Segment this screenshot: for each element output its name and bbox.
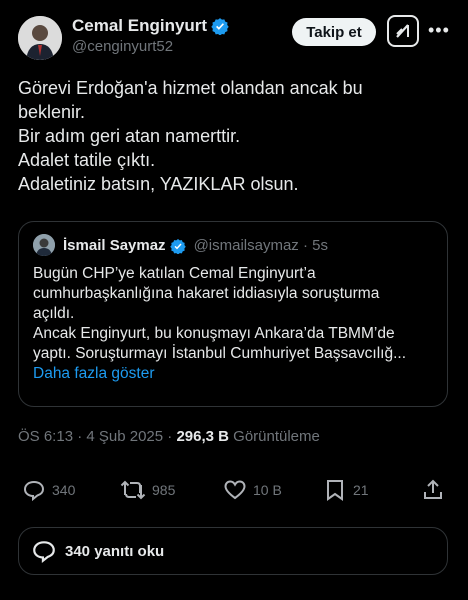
follow-button[interactable]: Takip et (292, 18, 376, 46)
grok-icon[interactable] (387, 15, 419, 47)
retweet-count: 985 (152, 482, 176, 498)
author-name[interactable]: Cemal Enginyurt (72, 16, 207, 36)
like-button[interactable]: 10 B (223, 478, 282, 502)
tweet-text: Görevi Erdoğan'a hizmet olandan ancak bu… (18, 76, 438, 196)
reply-button[interactable]: 340 (22, 478, 75, 502)
reply-icon (33, 541, 55, 564)
tweet-line: Adaletiniz batsın, YAZIKLAR olsun. (18, 174, 299, 194)
bookmark-icon (327, 480, 343, 501)
read-replies-button[interactable]: 340 yanıtı oku (18, 527, 448, 575)
author-name-row[interactable]: Cemal Enginyurt (72, 16, 229, 36)
quote-line: Ancak Enginyurt, bu konuşmayı Ankara’da … (33, 325, 395, 342)
tweet-line: Görevi Erdoğan'a hizmet olandan ancak bu (18, 78, 363, 98)
share-icon (424, 479, 442, 499)
bookmark-count: 21 (353, 482, 369, 498)
retweet-icon (120, 480, 146, 500)
tweet-line: Adalet tatile çıktı. (18, 150, 156, 170)
bookmark-button[interactable]: 21 (323, 478, 369, 502)
quote-line: yaptı. Soruşturmayı İstanbul Cumhuriyet … (33, 345, 407, 362)
show-more-link[interactable]: Daha fazla göster (33, 364, 438, 384)
more-icon[interactable]: ••• (428, 20, 450, 41)
views-count: 296,3 B (176, 428, 229, 445)
tweet-line: beklenir. (18, 102, 86, 122)
like-count: 10 B (253, 482, 282, 498)
action-bar: 340 985 10 B 21 (0, 478, 468, 506)
quote-author-handle: @ismailsaymaz · 5s (193, 237, 328, 254)
quoted-tweet[interactable]: İsmail Saymaz @ismailsaymaz · 5s Bugün C… (18, 221, 448, 407)
verified-badge-icon (211, 18, 229, 35)
verified-badge-icon (169, 238, 186, 254)
tweet-line: Bir adım geri atan namerttir. (18, 126, 241, 146)
quote-line: açıldı. (33, 305, 75, 322)
heart-icon (224, 480, 246, 500)
reply-icon (23, 480, 45, 502)
quote-author-row[interactable]: İsmail Saymaz @ismailsaymaz · 5s (63, 237, 328, 254)
author-avatar[interactable] (18, 16, 62, 60)
tweet-meta: ÖS 6:13 · 4 Şub 2025 · 296,3 B Görüntüle… (18, 428, 320, 445)
quote-line: Bugün CHP’ye katılan Cemal Enginyurt’a (33, 265, 316, 282)
reply-count: 340 (52, 482, 76, 498)
views-label: Görüntüleme (228, 428, 320, 445)
read-replies-label: 340 yanıtı oku (65, 542, 165, 560)
quote-text: Bugün CHP’ye katılan Cemal Enginyurt’a c… (33, 264, 438, 384)
tweet-timestamp[interactable]: ÖS 6:13 · 4 Şub 2025 · (18, 428, 176, 445)
author-handle[interactable]: @cenginyurt52 (72, 38, 173, 55)
quote-line: cumhurbaşkanlığına hakaret iddiasıyla so… (33, 285, 380, 302)
retweet-button[interactable]: 985 (120, 478, 175, 502)
quote-author-name[interactable]: İsmail Saymaz (63, 237, 166, 254)
share-button[interactable] (421, 478, 445, 502)
quote-author-avatar[interactable] (33, 234, 55, 256)
